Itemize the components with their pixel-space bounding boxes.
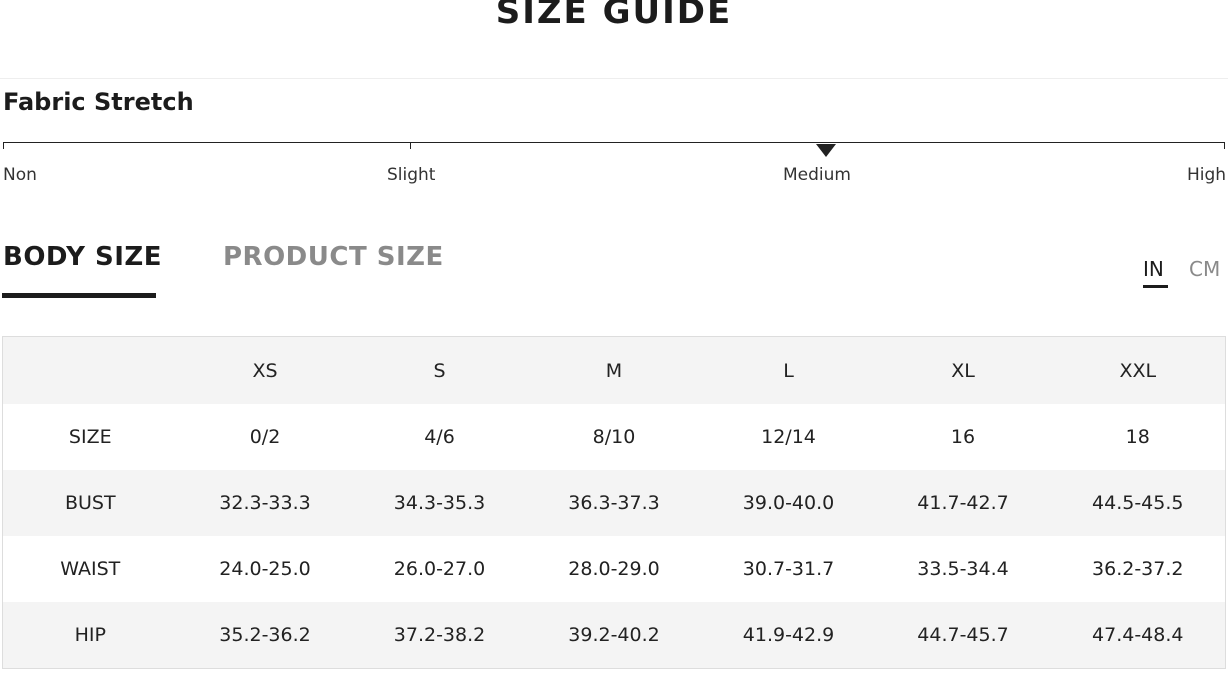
tab-body-size-underline <box>2 293 156 298</box>
table-cell: 33.5-34.4 <box>875 536 1051 602</box>
table-cell: 8/10 <box>526 404 702 470</box>
table-cell: 39.2-40.2 <box>526 602 702 669</box>
stretch-tick-slight <box>410 142 411 149</box>
size-table-header-cell: L <box>701 336 876 404</box>
stretch-level-slight: Slight <box>387 165 436 185</box>
table-cell: 12/14 <box>701 404 876 470</box>
table-cell: 4/6 <box>352 404 527 470</box>
table-row-label: BUST <box>2 470 178 536</box>
page-title: SIZE GUIDE <box>495 0 733 32</box>
size-table-header-cell: XXL <box>1050 336 1226 404</box>
table-cell: 41.9-42.9 <box>701 602 876 669</box>
tab-product-size[interactable]: PRODUCT SIZE <box>223 242 444 272</box>
size-table-header-cell: XS <box>177 336 353 404</box>
table-cell: 0/2 <box>177 404 353 470</box>
unit-in-underline <box>1143 285 1168 288</box>
size-table-header-row: XS S M L XL XXL <box>2 336 1226 404</box>
table-cell: 26.0-27.0 <box>352 536 527 602</box>
fabric-stretch-heading: Fabric Stretch <box>3 88 194 116</box>
table-row-label: SIZE <box>2 404 178 470</box>
table-row-label: HIP <box>2 602 178 669</box>
table-cell: 34.3-35.3 <box>352 470 527 536</box>
size-table-header-cell: XL <box>875 336 1051 404</box>
table-cell: 18 <box>1050 404 1226 470</box>
table-cell: 39.0-40.0 <box>701 470 876 536</box>
table-row: HIP 35.2-36.2 37.2-38.2 39.2-40.2 41.9-4… <box>2 602 1226 669</box>
tab-body-size[interactable]: BODY SIZE <box>3 242 162 272</box>
size-table-header-cell: M <box>526 336 702 404</box>
table-cell: 44.5-45.5 <box>1050 470 1226 536</box>
fabric-stretch-scale <box>3 142 1225 143</box>
table-cell: 47.4-48.4 <box>1050 602 1226 669</box>
table-cell: 44.7-45.7 <box>875 602 1051 669</box>
table-cell: 36.2-37.2 <box>1050 536 1226 602</box>
table-cell: 30.7-31.7 <box>701 536 876 602</box>
table-row: BUST 32.3-33.3 34.3-35.3 36.3-37.3 39.0-… <box>2 470 1226 536</box>
title-divider <box>0 78 1228 79</box>
table-cell: 41.7-42.7 <box>875 470 1051 536</box>
table-cell: 35.2-36.2 <box>177 602 353 669</box>
size-table-header-cell <box>2 336 178 404</box>
size-table: XS S M L XL XXL SIZE 0/2 4/6 8/10 12/14 … <box>2 336 1226 669</box>
table-row: WAIST 24.0-25.0 26.0-27.0 28.0-29.0 30.7… <box>2 536 1226 602</box>
unit-toggle-in[interactable]: IN <box>1143 257 1164 281</box>
table-cell: 32.3-33.3 <box>177 470 353 536</box>
table-cell: 28.0-29.0 <box>526 536 702 602</box>
unit-toggle-cm[interactable]: CM <box>1189 257 1220 281</box>
table-cell: 16 <box>875 404 1051 470</box>
stretch-selected-marker-icon <box>816 144 836 157</box>
table-row: SIZE 0/2 4/6 8/10 12/14 16 18 <box>2 404 1226 470</box>
stretch-level-high: High <box>1187 165 1227 185</box>
table-cell: 36.3-37.3 <box>526 470 702 536</box>
size-table-header-cell: S <box>352 336 527 404</box>
stretch-tick-high <box>1224 142 1225 149</box>
stretch-level-medium: Medium <box>783 165 851 185</box>
table-row-label: WAIST <box>2 536 178 602</box>
table-cell: 37.2-38.2 <box>352 602 527 669</box>
stretch-tick-non <box>3 142 4 149</box>
stretch-level-non: Non <box>3 165 37 185</box>
table-cell: 24.0-25.0 <box>177 536 353 602</box>
